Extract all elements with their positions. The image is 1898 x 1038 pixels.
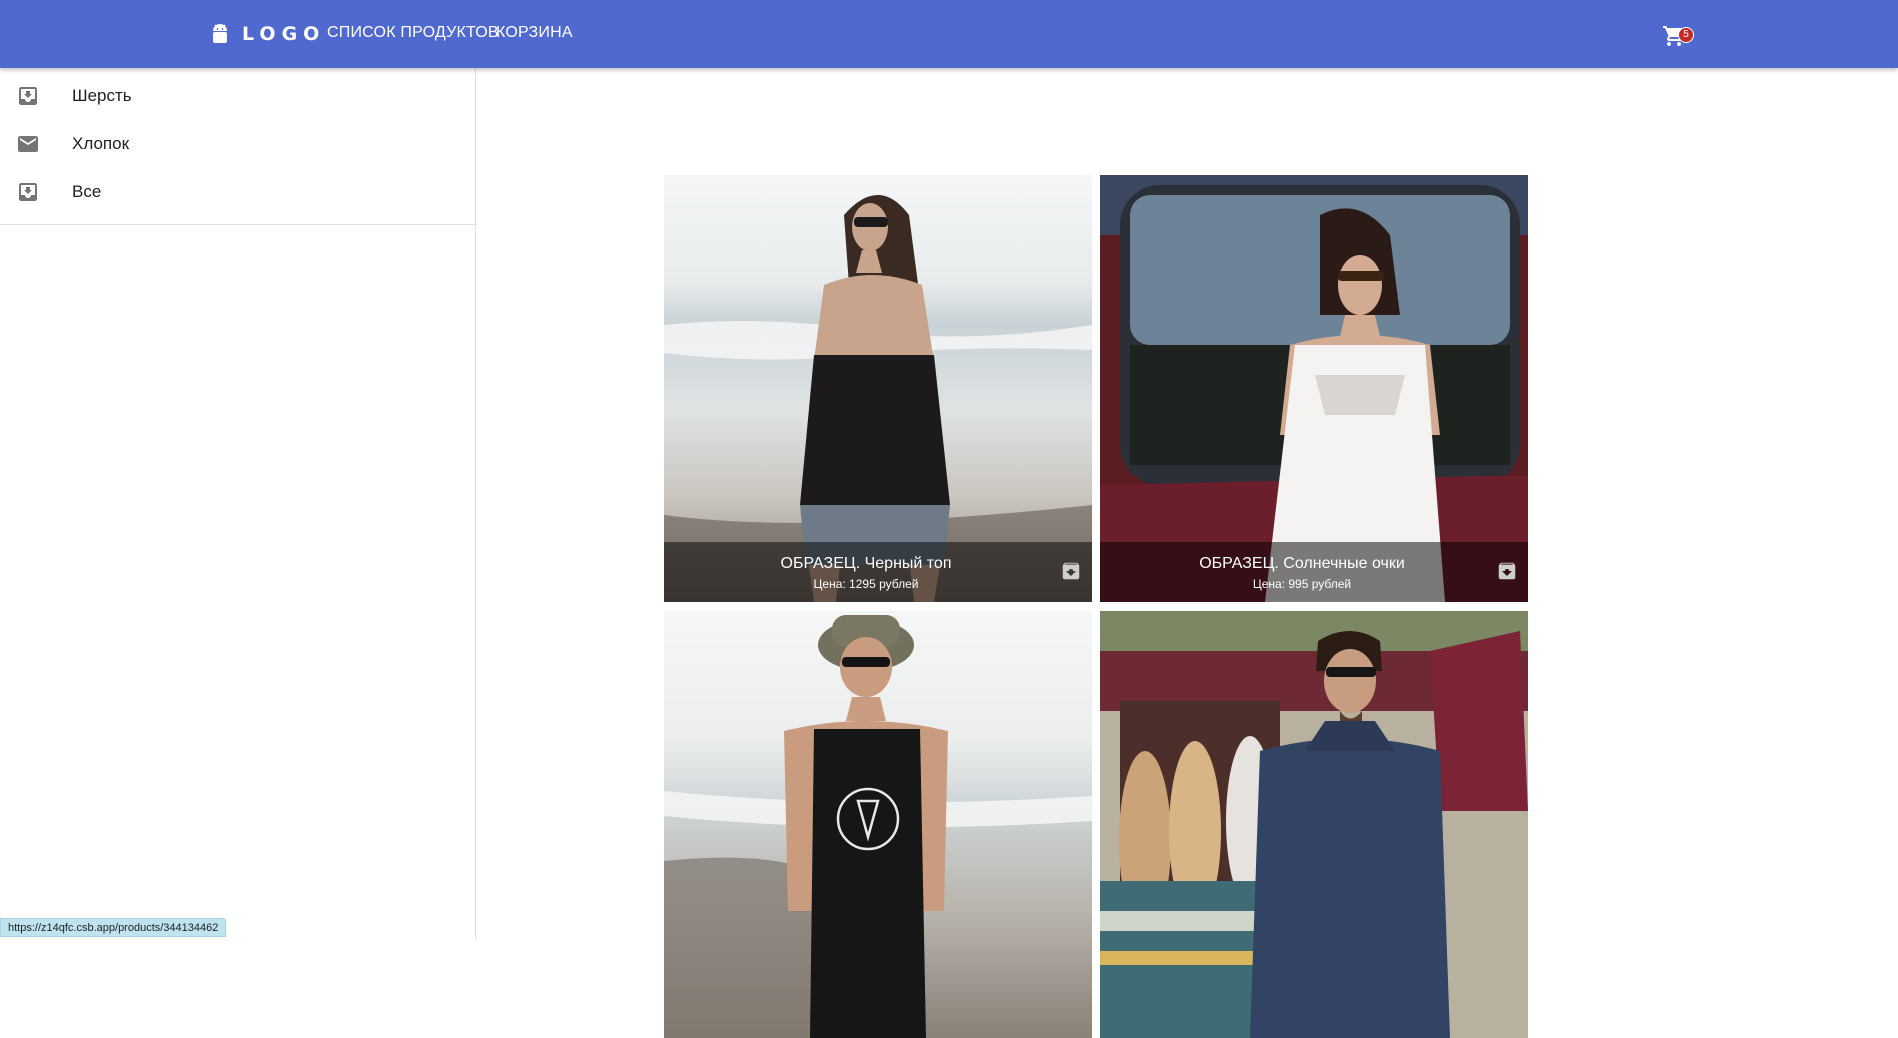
category-item-cotton[interactable]: Хлопок (0, 120, 475, 168)
product-photo (1100, 611, 1528, 1038)
category-label: Шерсть (72, 86, 132, 105)
archive-icon[interactable] (1496, 560, 1518, 582)
product-photo (664, 175, 1092, 602)
category-item-all[interactable]: Все (0, 168, 475, 216)
tile-caption-bar: ОБРАЗЕЦ. Черный топ Цена: 1295 рублей (664, 542, 1092, 602)
product-tile[interactable] (664, 611, 1092, 1038)
product-grid: ОБРАЗЕЦ. Черный топ Цена: 1295 рублей ОБ… (664, 175, 1529, 1038)
product-title: ОБРАЗЕЦ. Солнечные очки (1199, 555, 1405, 572)
logo-text: LOGO (242, 23, 326, 45)
cart-count-badge: 5 (1678, 27, 1694, 43)
product-photo (1100, 175, 1528, 602)
product-title: ОБРАЗЕЦ. Черный топ (780, 555, 952, 572)
product-photo (664, 611, 1092, 1038)
category-item-wool[interactable]: Шерсть (0, 72, 475, 120)
cart-button[interactable]: 5 (1662, 24, 1698, 48)
category-label: Все (72, 182, 102, 201)
product-tile[interactable]: ОБРАЗЕЦ. Черный топ Цена: 1295 рублей (664, 175, 1092, 602)
archive-icon[interactable] (1060, 560, 1082, 582)
product-tile[interactable]: ОБРАЗЕЦ. Солнечные очки Цена: 995 рублей (1100, 175, 1528, 602)
android-icon (213, 24, 227, 43)
category-label: Хлопок (72, 134, 130, 153)
product-price: Цена: 1295 рублей (813, 577, 919, 591)
mail-icon (18, 136, 38, 152)
category-drawer: Шерсть Хлопок Все (0, 68, 476, 939)
logo[interactable]: LOGO (210, 22, 325, 46)
tile-caption-bar: ОБРАЗЕЦ. Солнечные очки Цена: 995 рублей (1100, 542, 1528, 602)
product-price: Цена: 995 рублей (1252, 577, 1352, 591)
nav-products-link[interactable]: СПИСОК ПРОДУКТОВ (327, 24, 499, 42)
drawer-divider (0, 224, 475, 225)
app-bar: LOGO СПИСОК ПРОДУКТОВ КОРЗИНА 5 (0, 0, 1898, 68)
move-to-inbox-icon (19, 87, 37, 105)
nav-cart-link[interactable]: КОРЗИНА (496, 24, 573, 42)
product-tile[interactable] (1100, 611, 1528, 1038)
browser-status-url: https://z14qfc.csb.app/products/34413446… (0, 918, 227, 937)
move-to-inbox-icon (19, 183, 37, 201)
